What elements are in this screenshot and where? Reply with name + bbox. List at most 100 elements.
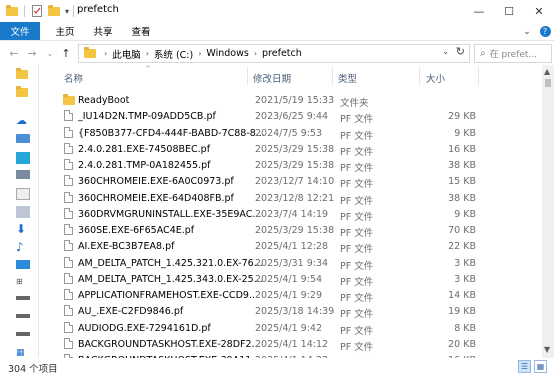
window-title: prefetch bbox=[77, 4, 119, 15]
file-date: 2025/3/18 14:39 bbox=[255, 306, 335, 318]
drive-icon[interactable] bbox=[16, 332, 30, 336]
file-icon bbox=[64, 272, 73, 284]
breadcrumb-this-pc[interactable]: 此电脑 bbox=[112, 47, 141, 61]
breadcrumb-windows[interactable]: Windows bbox=[206, 48, 248, 59]
file-row[interactable]: 360DRVMGRUNINSTALL.EXE-35E9AC... 2023/7/4… bbox=[40, 206, 542, 223]
column-divider[interactable] bbox=[332, 67, 333, 85]
properties-icon[interactable] bbox=[30, 4, 44, 18]
maximize-button[interactable]: ☐ bbox=[494, 0, 524, 22]
drive-icon[interactable] bbox=[16, 296, 30, 300]
chevron-right-icon[interactable]: › bbox=[254, 49, 257, 58]
file-row[interactable]: 360CHROMEIE.EXE-64D408FB.pf 2023/12/8 12:… bbox=[40, 190, 542, 207]
folder-icon bbox=[5, 4, 19, 18]
drive-icon[interactable]: ⊞ bbox=[16, 277, 30, 289]
close-button[interactable]: ✕ bbox=[524, 0, 554, 22]
back-arrow-icon[interactable]: ← bbox=[6, 45, 22, 61]
search-input[interactable]: ⌕ 在 prefet... bbox=[474, 44, 552, 63]
file-row[interactable]: 2.4.0.281.TMP-0A182455.pf 2025/3/29 15:38… bbox=[40, 157, 542, 174]
navigation-pane-divider[interactable] bbox=[38, 65, 39, 358]
file-list: ^ 名称 修改日期 类型 大小 ReadyBoot 2021/5/19 15:33… bbox=[40, 65, 542, 358]
documents-icon[interactable] bbox=[16, 206, 30, 218]
file-size: 29 KB bbox=[448, 111, 476, 123]
large-icons-view-icon[interactable]: ▦ bbox=[534, 360, 547, 373]
file-date: 2025/3/29 15:38 bbox=[255, 225, 335, 236]
music-icon[interactable]: ♪ bbox=[16, 240, 30, 254]
folder-row[interactable]: ReadyBoot 2021/5/19 15:33 文件夹 bbox=[40, 92, 542, 109]
tab-share[interactable]: 共享 bbox=[86, 22, 120, 40]
file-row[interactable]: _IU14D2N.TMP-09ADD5CB.pf 2023/6/25 9:44 PF… bbox=[40, 108, 542, 125]
file-row[interactable]: {F850B377-CFD4-444F-BABD-7C88-8... 2024/7… bbox=[40, 125, 542, 142]
scroll-up-icon[interactable]: ▲ bbox=[544, 67, 550, 76]
drive-icon[interactable] bbox=[16, 314, 30, 318]
file-row[interactable]: BACKGROUNDTASKHOST.EXE-28DF2... 2025/4/1 … bbox=[40, 336, 542, 353]
recent-locations-icon[interactable]: ⌄ bbox=[42, 45, 58, 61]
file-date: 2025/4/1 9:42 bbox=[255, 322, 323, 334]
file-row[interactable]: 360SE.EXE-6F65AC4E.pf 2025/3/29 15:38 PF 文… bbox=[40, 222, 542, 239]
column-header-date[interactable]: 修改日期 bbox=[253, 71, 291, 85]
column-header-name[interactable]: 名称 bbox=[64, 71, 83, 85]
pictures-icon[interactable] bbox=[16, 188, 30, 200]
file-row[interactable]: AI.EXE-BC3B7EA8.pf 2025/4/1 12:28 PF 文件 22 … bbox=[40, 238, 542, 255]
this-pc-icon[interactable] bbox=[16, 134, 30, 143]
chevron-right-icon[interactable]: › bbox=[198, 49, 201, 58]
vertical-scrollbar[interactable]: ▲ ▼ bbox=[542, 65, 554, 358]
file-row[interactable]: 2.4.0.281.EXE-74508BEC.pf 2025/3/29 15:38… bbox=[40, 141, 542, 158]
breadcrumb-system-c[interactable]: 系统 (C:) bbox=[154, 47, 193, 61]
file-row[interactable]: AM_DELTA_PATCH_1.425.321.0.EX-76... 2025/… bbox=[40, 255, 542, 272]
scroll-thumb[interactable] bbox=[545, 79, 551, 87]
breadcrumb-prefetch[interactable]: prefetch bbox=[262, 48, 302, 59]
details-view-icon[interactable]: ☰ bbox=[518, 360, 531, 373]
new-folder-icon[interactable] bbox=[47, 4, 61, 18]
file-row[interactable]: AUDIODG.EXE-7294161D.pf 2025/4/1 9:42 PF 文… bbox=[40, 320, 542, 337]
file-row[interactable]: AU_.EXE-C2FD9846.pf 2025/3/18 14:39 PF 文件 1… bbox=[40, 303, 542, 320]
file-icon bbox=[64, 321, 73, 333]
column-header-size[interactable]: 大小 bbox=[426, 71, 445, 85]
file-icon bbox=[64, 289, 73, 300]
navigation-pane: ☁ ⬇ ♪ ⊞ ▦ bbox=[0, 65, 38, 358]
expand-ribbon-icon[interactable]: ⌄ bbox=[520, 22, 534, 40]
file-icon bbox=[64, 337, 73, 349]
sort-caret-icon: ^ bbox=[145, 65, 151, 73]
file-size: 9 KB bbox=[454, 127, 476, 139]
file-icon bbox=[64, 142, 73, 154]
file-name: 2.4.0.281.TMP-0A182455.pf bbox=[78, 160, 211, 171]
file-name: AM_DELTA_PATCH_1.425.321.0.EX-76... bbox=[78, 257, 263, 269]
help-icon[interactable]: ? bbox=[538, 22, 552, 40]
quick-access-folder-icon[interactable] bbox=[16, 68, 30, 82]
column-header: ^ 名称 修改日期 类型 大小 bbox=[40, 65, 542, 87]
chevron-right-icon[interactable]: › bbox=[146, 49, 149, 58]
refresh-icon[interactable]: ↻ bbox=[456, 45, 465, 58]
chevron-down-icon[interactable]: ⌄ bbox=[442, 47, 449, 56]
quick-access-folder-icon[interactable] bbox=[16, 86, 30, 100]
tab-home[interactable]: 主页 bbox=[48, 22, 82, 40]
file-row[interactable]: APPLICATIONFRAMEHOST.EXE-CCD9... 2025/4/1… bbox=[40, 287, 542, 304]
tab-view[interactable]: 查看 bbox=[124, 22, 158, 40]
navigation-bar: ← → ⌄ ↑ › 此电脑 › 系统 (C:) › Windows › pref… bbox=[0, 41, 554, 65]
videos-icon[interactable] bbox=[16, 170, 30, 179]
file-size: 15 KB bbox=[448, 176, 476, 188]
column-divider[interactable] bbox=[419, 67, 420, 85]
minimize-button[interactable]: — bbox=[464, 0, 494, 22]
address-bar[interactable]: › 此电脑 › 系统 (C:) › Windows › prefetch ⌄ ↻ bbox=[78, 44, 470, 63]
file-name: 360DRVMGRUNINSTALL.EXE-35E9AC... bbox=[78, 208, 262, 220]
3d-objects-icon[interactable] bbox=[16, 152, 30, 164]
column-divider[interactable] bbox=[247, 67, 248, 85]
scroll-down-icon[interactable]: ▼ bbox=[544, 345, 550, 354]
file-date: 2023/6/25 9:44 bbox=[255, 111, 329, 123]
column-divider[interactable] bbox=[478, 67, 479, 85]
file-row[interactable]: AM_DELTA_PATCH_1.425.343.0.EX-25... 2025/… bbox=[40, 271, 542, 288]
chevron-right-icon[interactable]: › bbox=[104, 49, 107, 58]
file-name: AM_DELTA_PATCH_1.425.343.0.EX-25... bbox=[78, 273, 263, 285]
desktop-icon[interactable] bbox=[16, 260, 30, 269]
file-row[interactable]: 360CHROMEIE.EXE-6A0C0973.pf 2023/12/7 14:… bbox=[40, 173, 542, 190]
column-header-type[interactable]: 类型 bbox=[338, 71, 357, 85]
tab-file[interactable]: 文件 bbox=[0, 22, 40, 40]
file-type: PF 文件 bbox=[340, 211, 374, 223]
up-arrow-icon[interactable]: ↑ bbox=[58, 45, 74, 61]
file-name: 2.4.0.281.EXE-74508BEC.pf bbox=[78, 143, 211, 155]
onedrive-icon[interactable]: ☁ bbox=[16, 114, 30, 127]
forward-arrow-icon[interactable]: → bbox=[24, 45, 40, 61]
customize-toolbar-icon[interactable]: ▾ bbox=[62, 4, 72, 18]
downloads-icon[interactable]: ⬇ bbox=[16, 222, 30, 236]
item-count: 304 个项目 bbox=[8, 364, 58, 375]
